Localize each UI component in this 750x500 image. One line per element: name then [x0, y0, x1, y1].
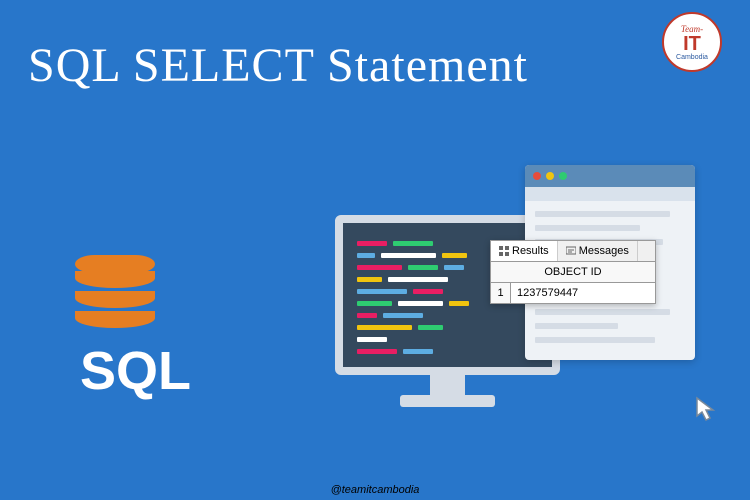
logo-main-text: IT	[683, 34, 701, 54]
tab-results[interactable]: Results	[491, 241, 558, 261]
tab-messages[interactable]: Messages	[558, 241, 638, 261]
page-title: SQL SELECT Statement	[0, 0, 750, 93]
window-maximize-dot	[559, 172, 567, 180]
logo-top-text: Team-	[681, 24, 703, 34]
grid-icon	[499, 246, 509, 256]
tab-results-label: Results	[512, 245, 549, 257]
monitor-base	[400, 395, 495, 407]
row-value: 1237579447	[511, 283, 655, 303]
browser-header	[525, 165, 695, 187]
database-icon	[75, 255, 155, 331]
tab-messages-label: Messages	[579, 245, 629, 257]
logo-bottom-text: Cambodia	[676, 54, 708, 61]
footer-credit: @teamitcambodia	[0, 484, 750, 496]
brand-logo: Team- IT Cambodia	[662, 12, 722, 72]
row-number: 1	[491, 283, 511, 303]
sql-results-panel: Results Messages OBJECT ID 1 1237579447	[490, 240, 656, 304]
message-icon	[566, 246, 576, 256]
results-column-header: OBJECT ID	[491, 262, 655, 283]
cursor-icon	[695, 396, 719, 427]
table-row: 1 1237579447	[491, 283, 655, 303]
window-minimize-dot	[546, 172, 554, 180]
window-close-dot	[533, 172, 541, 180]
sql-label: SQL	[80, 340, 191, 402]
